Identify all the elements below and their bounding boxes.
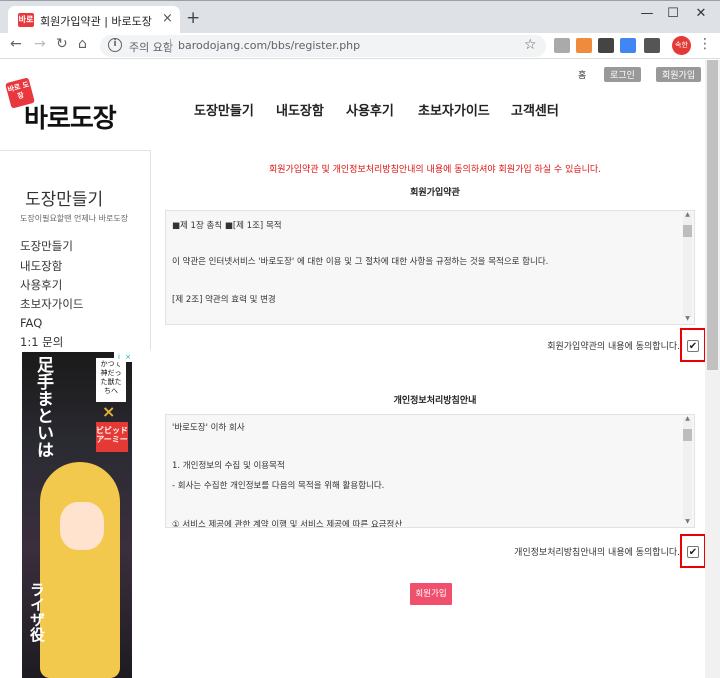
home-icon[interactable]: ⌂ — [78, 36, 87, 52]
menu-kebab-icon[interactable]: ⋮ — [698, 36, 712, 52]
tab-title: 회원가입약관 | 바로도장 — [40, 15, 152, 28]
privacy-line: ① 서비스 제공에 관한 계약 이행 및 서비스 제공에 따른 요금정산 — [172, 520, 403, 528]
tab-close-icon[interactable]: × — [162, 11, 173, 26]
site-logo[interactable]: 바로도장 — [24, 98, 117, 135]
sidebar-item[interactable]: 도장만들기 — [20, 238, 73, 254]
browser-tab[interactable]: 바로 회원가입약관 | 바로도장 × — [8, 6, 180, 34]
terms-line: 이 약관은 인터넷서비스 '바로도장' 에 대한 이용 및 그 절차에 대한 사… — [172, 257, 549, 267]
util-home-link[interactable]: 홈 — [572, 67, 592, 82]
translate-icon[interactable] — [620, 38, 636, 53]
reload-icon[interactable]: ↻ — [56, 36, 68, 52]
ad-close-icon[interactable]: × — [124, 352, 132, 362]
highlight-box: ✔ — [680, 328, 705, 362]
gnb-item[interactable]: 고객센터 — [511, 100, 559, 119]
page-scroll-thumb[interactable] — [707, 60, 718, 370]
terms-line: [제 2조] 약관의 효력 및 변경 — [172, 295, 276, 305]
new-tab-button[interactable]: + — [186, 8, 200, 28]
forward-arrow-icon[interactable]: → — [34, 36, 46, 52]
terms-scroll-thumb[interactable] — [683, 225, 692, 237]
extension-icon[interactable] — [576, 38, 592, 53]
gnb-item[interactable]: 도장만들기 — [194, 100, 254, 119]
scroll-down-icon[interactable]: ▼ — [683, 315, 692, 322]
url-text[interactable]: barodojang.com/bbs/register.php — [178, 39, 360, 52]
terms-textbox[interactable]: ■제 1장 총칙 ■[제 1조] 목적 이 약관은 인터넷서비스 '바로도장' … — [165, 210, 695, 325]
terms-title: 회원가입약관 — [410, 188, 460, 198]
sidebar-item[interactable]: 사용후기 — [20, 277, 62, 293]
gnb-item[interactable]: 내도장함 — [276, 100, 324, 119]
ad-character-face — [60, 502, 104, 550]
security-label: 주의 요함 — [129, 41, 173, 54]
extension-icon[interactable] — [644, 38, 660, 53]
sidebar-item[interactable]: 초보자가이드 — [20, 296, 83, 312]
divider — [170, 39, 171, 53]
agreement-notice: 회원가입약관 및 개인정보처리방침안내의 내용에 동의하셔야 회원가입 하실 수… — [268, 165, 602, 175]
bookmark-star-icon[interactable]: ☆ — [524, 37, 537, 53]
join-button[interactable]: 회원가입 — [656, 67, 702, 82]
sidebar-item[interactable]: FAQ — [20, 316, 42, 330]
login-button[interactable]: 로그인 — [604, 67, 641, 82]
privacy-title: 개인정보처리방침안내 — [393, 396, 477, 406]
back-arrow-icon[interactable]: ← — [10, 36, 22, 52]
highlight-box: ✔ — [680, 534, 705, 568]
gnb-item[interactable]: 사용후기 — [346, 100, 394, 119]
gnb-item[interactable]: 초보자가이드 — [418, 100, 490, 119]
scroll-down-icon[interactable]: ▼ — [683, 518, 692, 525]
ad-text: ライザ役 — [28, 582, 46, 642]
privacy-scroll-thumb[interactable] — [683, 429, 692, 441]
privacy-line: - 회사는 수집한 개인정보를 다음의 목적을 위해 활용합니다. — [172, 481, 385, 491]
ad-cross-mark: × — [102, 402, 116, 421]
ad-text: かつて神だった獣たちへ — [96, 358, 126, 402]
extension-icon[interactable] — [598, 38, 614, 53]
privacy-agree-checkbox[interactable]: ✔ — [687, 546, 699, 558]
scroll-up-icon[interactable]: ▲ — [683, 211, 692, 218]
ad-banner[interactable]: 足手まといは かつて神だった獣たちへ × ビビッドアーミー ライザ役 i × — [22, 352, 132, 678]
site-favicon-icon: 바로 — [18, 13, 34, 27]
register-submit-button[interactable]: 회원가입 — [410, 583, 452, 605]
browser-toolbar: ← → ↻ ⌂ i 주의 요함 barodojang.com/bbs/regis… — [0, 33, 720, 59]
window-close-icon[interactable]: ✕ — [688, 6, 714, 21]
sidebar-subtitle: 도장이필요할땐 언제나 바로도장 — [20, 214, 129, 223]
privacy-line: 1. 개인정보의 수집 및 이용목적 — [172, 461, 285, 471]
ad-logo: ビビッドアーミー — [96, 422, 128, 452]
ad-text: 足手まといは — [33, 356, 53, 458]
sidebar-title: 도장만들기 — [25, 190, 104, 210]
page-viewport: 홈 로그인 회원가입 바로 도장 바로도장 도장만들기 내도장함 사용후기 초보… — [0, 60, 705, 678]
terms-agree-checkbox[interactable]: ✔ — [687, 340, 699, 352]
minimize-icon[interactable]: — — [634, 6, 660, 21]
address-bar[interactable]: i 주의 요함 barodojang.com/bbs/register.php … — [100, 35, 546, 57]
sidebar-item[interactable]: 내도장함 — [20, 258, 62, 274]
privacy-agree-label: 개인정보처리방침안내의 내용에 동의합니다. — [514, 548, 680, 558]
extension-icon[interactable] — [554, 38, 570, 53]
terms-line: ■제 1장 총칙 ■[제 1조] 목적 — [172, 221, 282, 231]
sidebar-item[interactable]: 1:1 문의 — [20, 334, 63, 350]
info-icon[interactable]: i — [108, 38, 122, 52]
privacy-textbox[interactable]: '바로도장' 이하 회사 1. 개인정보의 수집 및 이용목적 - 회사는 수집… — [165, 414, 695, 528]
profile-avatar[interactable]: 속한 — [672, 36, 691, 55]
adchoices-icon[interactable]: i — [114, 352, 124, 362]
ad-character-hair — [40, 462, 120, 678]
privacy-line: '바로도장' 이하 회사 — [172, 423, 245, 433]
maximize-icon[interactable]: ☐ — [660, 6, 686, 21]
terms-agree-label: 회원가입약관의 내용에 동의합니다. — [547, 342, 680, 352]
scroll-up-icon[interactable]: ▲ — [683, 415, 692, 422]
tab-strip: 바로 회원가입약관 | 바로도장 × + — ☐ ✕ — [0, 0, 720, 34]
